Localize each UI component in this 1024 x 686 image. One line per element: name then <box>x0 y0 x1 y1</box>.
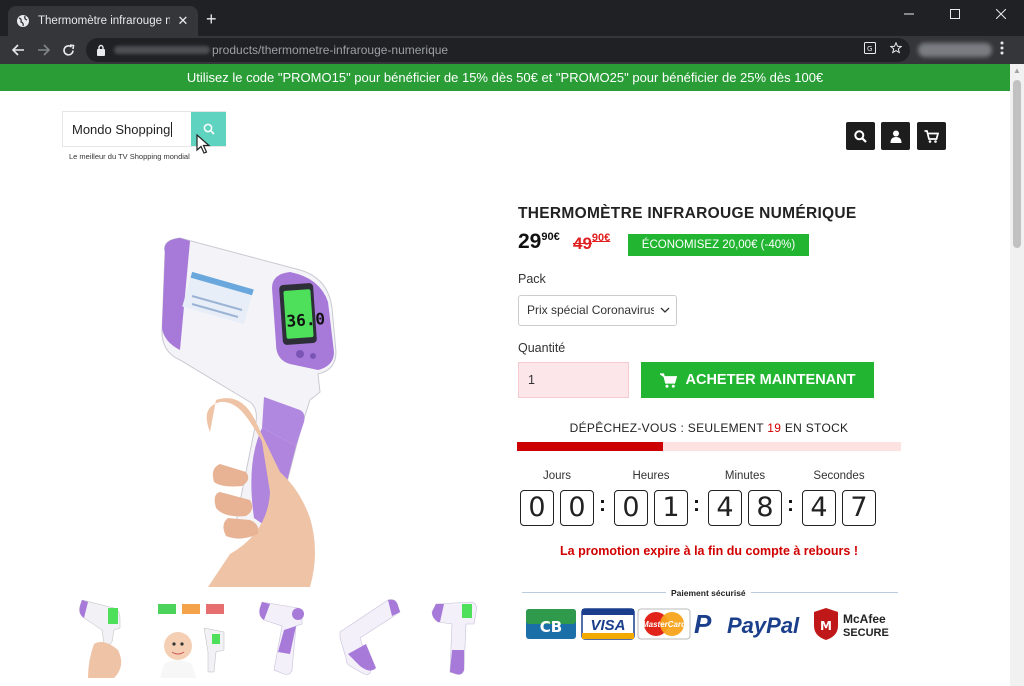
profile-avatar[interactable] <box>918 43 992 57</box>
store-name: Mondo Shopping <box>72 122 173 137</box>
cb-card-logo: CB <box>526 609 576 639</box>
countdown-digit: 1 <box>654 490 688 526</box>
translate-icon[interactable]: G <box>864 42 876 57</box>
countdown-separator: : <box>693 493 700 516</box>
menu-dots-icon[interactable] <box>1000 41 1004 58</box>
countdown-separator: : <box>787 493 794 516</box>
cart-icon <box>659 372 677 388</box>
svg-text:P: P <box>694 609 712 639</box>
close-window-icon[interactable] <box>978 0 1024 28</box>
countdown-digit: 0 <box>520 490 554 526</box>
stock-progress-fill <box>517 442 663 451</box>
cart-icon <box>924 129 939 143</box>
countdown-digit: 8 <box>748 490 782 526</box>
current-price: 2990€ <box>518 230 560 253</box>
cart-button[interactable] <box>917 122 946 150</box>
svg-text:PayPal: PayPal <box>727 613 800 638</box>
paypal-logo: P PayPal <box>694 609 800 639</box>
svg-text:36.0: 36.0 <box>286 309 326 331</box>
reload-icon[interactable] <box>59 41 77 59</box>
svg-text:CB: CB <box>540 618 562 636</box>
product-title: THERMOMÈTRE INFRAROUGE NUMÉRIQUE <box>518 205 857 222</box>
user-icon <box>890 130 901 143</box>
stock-count: 19 <box>767 421 782 435</box>
search-icon <box>854 129 867 143</box>
thumbnail-1[interactable] <box>74 594 160 678</box>
payment-logos: CB VISA MasterCard P PayPal M McAfee SEC… <box>526 608 889 640</box>
promo-banner: Utilisez le code "PROMO15" pour bénéfici… <box>0 64 1010 91</box>
mcafee-secure-logo: M McAfee SECURE <box>814 608 889 640</box>
countdown-digit: 7 <box>842 490 876 526</box>
browser-tab-strip: Thermomètre infrarouge numériq ✕ + <box>0 0 1024 36</box>
buy-now-button[interactable]: ACHETER MAINTENANT <box>641 362 874 398</box>
countdown-separator: : <box>599 493 606 516</box>
countdown-digit: 4 <box>708 490 742 526</box>
countdown-label-hours: Heures <box>632 470 670 482</box>
stock-progress-bar <box>517 442 901 451</box>
countdown-label-days: Jours <box>542 470 572 482</box>
chevron-down-icon <box>654 296 676 325</box>
browser-tab[interactable]: Thermomètre infrarouge numériq ✕ <box>8 6 198 36</box>
minimize-icon[interactable] <box>886 0 932 28</box>
product-image[interactable]: 36.0 <box>150 232 470 587</box>
account-button[interactable] <box>881 122 910 150</box>
url-text: products/thermometre-infrarouge-numeriqu… <box>212 43 449 57</box>
svg-text:SECURE: SECURE <box>843 627 889 639</box>
svg-text:M: M <box>820 619 832 633</box>
star-bookmark-icon[interactable] <box>889 41 903 57</box>
mouse-cursor-icon <box>196 134 211 154</box>
savings-badge: ÉCONOMISEZ 20,00€ (-40%) <box>628 234 809 256</box>
browser-toolbar: products/thermometre-infrarouge-numeriqu… <box>0 36 1024 64</box>
page-scrollbar[interactable]: ▲ <box>1010 64 1024 686</box>
svg-text:McAfee: McAfee <box>843 612 886 626</box>
close-tab-icon[interactable]: ✕ <box>176 13 190 29</box>
old-price: 4990€ <box>573 232 611 253</box>
header-search-button[interactable] <box>846 122 875 150</box>
countdown-digit: 4 <box>802 490 836 526</box>
scroll-up-arrow-icon[interactable]: ▲ <box>1010 64 1024 78</box>
mastercard-logo: MasterCard <box>637 608 691 640</box>
thumbnail-2[interactable] <box>152 594 238 678</box>
countdown-digit: 0 <box>614 490 648 526</box>
globe-icon <box>17 15 29 27</box>
secure-payment-label: Paiement sécurisé <box>666 588 751 598</box>
pack-label: Pack <box>518 272 546 286</box>
scroll-thumb[interactable] <box>1013 80 1021 248</box>
svg-text:VISA: VISA <box>590 617 625 634</box>
visa-card-logo: VISA <box>581 608 635 640</box>
svg-text:G: G <box>867 45 872 53</box>
thumbnail-4[interactable] <box>330 594 416 678</box>
back-arrow-icon[interactable] <box>9 41 27 59</box>
stock-message: DÉPÊCHEZ-VOUS : SEULEMENT 19 EN STOCK <box>569 421 849 435</box>
countdown-digit: 0 <box>560 490 594 526</box>
store-tagline: Le meilleur du TV Shopping mondial <box>69 152 190 161</box>
address-bar[interactable]: products/thermometre-infrarouge-numeriqu… <box>86 38 910 62</box>
web-page: Utilisez le code "PROMO15" pour bénéfici… <box>0 64 1010 686</box>
countdown-label-minutes: Minutes <box>724 470 766 482</box>
promo-expire-text: La promotion expire à la fin du compte à… <box>560 544 858 558</box>
thumbnail-3[interactable] <box>244 594 330 678</box>
quantity-input[interactable]: 1 <box>518 362 629 398</box>
new-tab-button[interactable]: + <box>206 10 217 28</box>
tab-title: Thermomètre infrarouge numériq <box>38 15 170 27</box>
countdown-label-seconds: Secondes <box>813 470 865 482</box>
maximize-icon[interactable] <box>932 0 978 28</box>
buy-now-label: ACHETER MAINTENANT <box>685 372 856 388</box>
quantity-label: Quantité <box>518 341 566 355</box>
lock-icon <box>97 44 105 56</box>
pack-select[interactable]: Prix spécial Coronavirus <box>518 295 677 326</box>
svg-text:MasterCard: MasterCard <box>642 620 687 629</box>
thumbnail-5[interactable] <box>416 594 502 678</box>
blurred-host <box>114 46 210 54</box>
pack-select-value: Prix spécial Coronavirus <box>527 303 657 317</box>
forward-arrow-icon[interactable] <box>34 41 52 59</box>
